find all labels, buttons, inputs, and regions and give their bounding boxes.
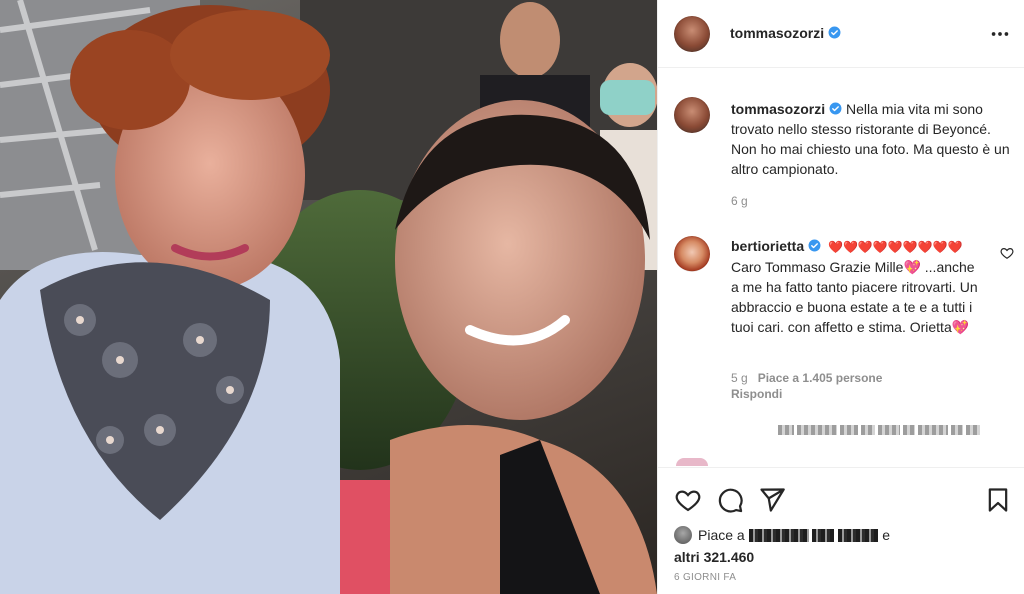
post-header: tommasozorzi xyxy=(658,0,1024,68)
liker-username-redacted-2 xyxy=(812,529,835,542)
paper-plane-icon[interactable] xyxy=(758,486,786,514)
next-comment-avatar[interactable] xyxy=(676,458,708,466)
heart-icon[interactable] xyxy=(674,486,702,514)
caption-author-avatar[interactable] xyxy=(674,97,710,133)
comment-text: Caro Tommaso Grazie Mille💖 ...anche a me… xyxy=(731,259,978,335)
post-date[interactable]: 6 GIORNI FA xyxy=(674,572,736,583)
verified-badge-icon xyxy=(828,26,841,39)
verified-badge-icon xyxy=(808,239,821,252)
liker-avatar xyxy=(674,526,692,544)
comment-icon[interactable] xyxy=(716,486,744,514)
comment-hearts: ❤️❤️❤️❤️❤️❤️❤️❤️❤️ xyxy=(828,240,963,254)
post-actions: Piace a e altri 321.460 6 GIORNI FA xyxy=(658,467,1024,594)
reply-button[interactable]: Rispondi xyxy=(731,387,782,401)
comment-time[interactable]: 5 g xyxy=(731,371,748,385)
view-replies-redacted[interactable] xyxy=(778,425,980,435)
post-caption: tommasozorzi Nella mia vita mi sono trov… xyxy=(731,99,1016,179)
verified-badge-icon xyxy=(829,102,842,115)
author-username-row: tommasozorzi xyxy=(730,25,841,41)
likes-joiner: e xyxy=(882,527,891,543)
likes-others-count[interactable]: altri 321.460 xyxy=(674,549,754,565)
author-avatar[interactable] xyxy=(674,16,710,52)
caption-username[interactable]: tommasozorzi xyxy=(731,101,825,117)
comment-item: bertiorietta ❤️❤️❤️❤️❤️❤️❤️❤️❤️ Caro Tom… xyxy=(731,236,986,337)
comment-meta: 5 g Piace a 1.405 persone xyxy=(731,371,882,385)
comment-likes[interactable]: Piace a 1.405 persone xyxy=(758,371,883,385)
commenter-avatar[interactable] xyxy=(674,236,710,272)
likes-summary[interactable]: Piace a e altri 321.460 xyxy=(674,524,890,568)
post-photo[interactable] xyxy=(0,0,657,594)
more-horizontal-icon[interactable] xyxy=(989,23,1011,45)
author-username[interactable]: tommasozorzi xyxy=(730,25,824,41)
caption-time[interactable]: 6 g xyxy=(731,194,748,208)
bookmark-icon[interactable] xyxy=(984,486,1012,514)
comment-like-heart-icon[interactable] xyxy=(1000,246,1014,260)
likes-prefix: Piace a xyxy=(698,527,745,543)
post-detail-panel: tommasozorzi tommasozorzi Nella mia vita… xyxy=(657,0,1024,594)
liker-username-redacted xyxy=(748,529,809,542)
liker-username-redacted-3 xyxy=(838,529,879,542)
comment-username[interactable]: bertiorietta xyxy=(731,238,804,254)
post-photo-illustration xyxy=(0,0,657,594)
